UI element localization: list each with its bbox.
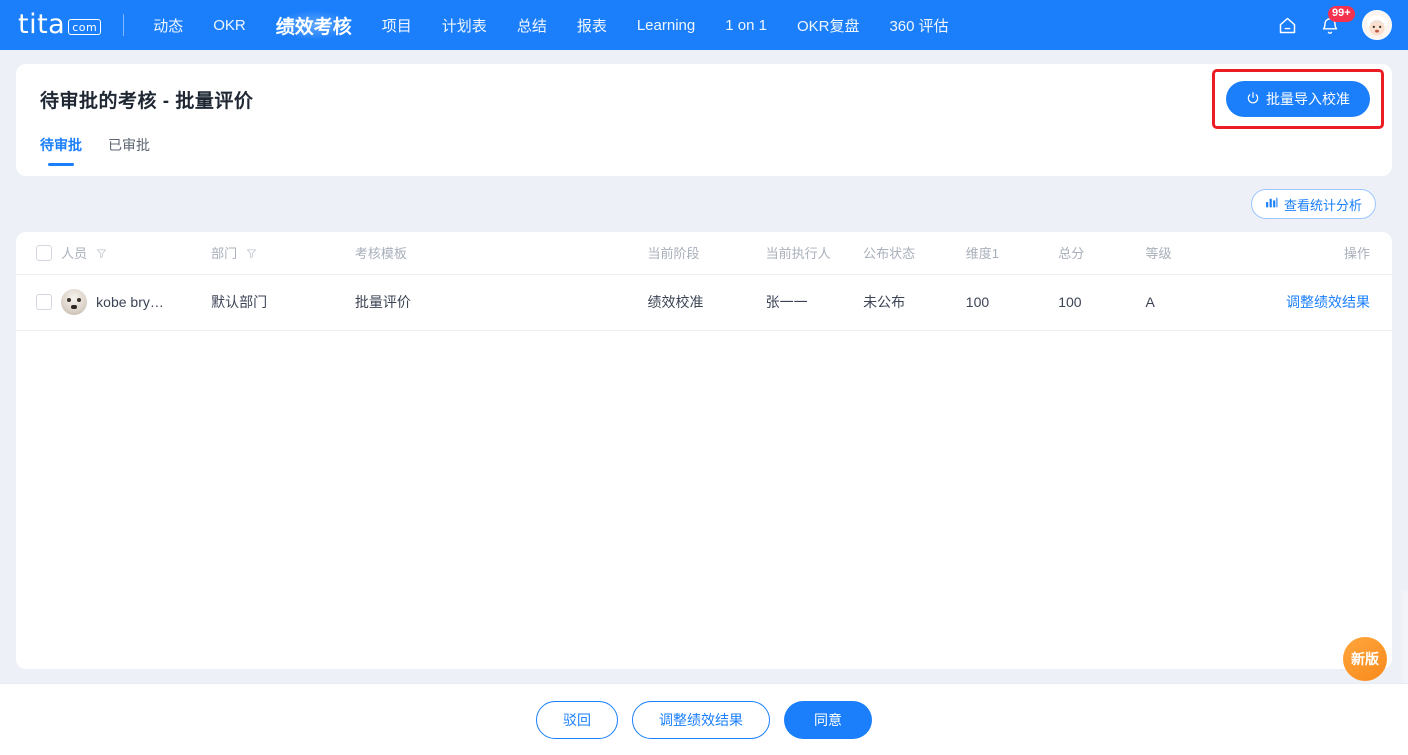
nav-item-learning[interactable]: Learning	[622, 0, 710, 50]
approve-button[interactable]: 同意	[784, 700, 872, 739]
nav-item-one-on-one[interactable]: 1 on 1	[710, 0, 782, 50]
bell-icon[interactable]: 99+	[1320, 5, 1355, 36]
avatar[interactable]	[1362, 10, 1392, 40]
filter-icon[interactable]	[246, 247, 257, 262]
approval-tabs: 待审批 已审批	[40, 135, 1368, 166]
table-header: 人员 部门 考核模板 当前阶段 当前执行人 公布状态 维度1 总分 等级 操作	[16, 232, 1392, 275]
approval-table-card: 人员 部门 考核模板 当前阶段 当前执行人 公布状态 维度1 总分 等级 操作 …	[16, 232, 1392, 669]
cell-dimension-1: 100	[965, 274, 1059, 331]
dog-avatar	[61, 289, 88, 315]
filter-icon[interactable]	[96, 247, 107, 262]
new-version-label: 新版	[1351, 651, 1379, 667]
brand-logo[interactable]: tita com	[18, 9, 102, 40]
bar-chart-icon	[1265, 196, 1278, 212]
table-header-row: 人员 部门 考核模板 当前阶段 当前执行人 公布状态 维度1 总分 等级 操作	[16, 232, 1392, 275]
cell-publish-status: 未公布	[863, 274, 966, 331]
cell-total-score: 100	[1058, 274, 1146, 331]
page-title: 待审批的考核 - 批量评价	[40, 91, 254, 112]
nav-item-plan[interactable]: 计划表	[427, 0, 502, 50]
th-select-all	[16, 232, 62, 275]
cell-executor: 张一一	[765, 274, 864, 331]
th-stage: 当前阶段	[647, 232, 766, 275]
nav-item-okr[interactable]: OKR	[198, 0, 261, 50]
th-publish-status: 公布状态	[863, 232, 966, 275]
cell-person: kobe bry…	[61, 274, 212, 331]
adjust-result-button[interactable]: 调整绩效结果	[632, 700, 770, 739]
table-body: kobe bry… 默认部门 批量评价 绩效校准 张一一 未公布 100 100…	[16, 274, 1392, 331]
th-person: 人员	[61, 232, 212, 275]
nav-item-okr-review[interactable]: OKR复盘	[782, 0, 875, 50]
nav-item-performance[interactable]: 绩效考核	[261, 0, 367, 50]
select-all-checkbox[interactable]	[36, 244, 52, 261]
power-import-icon	[1246, 91, 1260, 108]
nav-item-project[interactable]: 项目	[367, 0, 427, 50]
batch-import-calibration-button[interactable]: 批量导入校准	[1226, 81, 1370, 117]
view-statistics-label: 查看统计分析	[1283, 197, 1362, 213]
home-icon[interactable]	[1277, 15, 1298, 36]
th-executor: 当前执行人	[765, 232, 864, 275]
nav-item-dongtai[interactable]: 动态	[138, 0, 198, 50]
th-grade: 等级	[1145, 232, 1279, 275]
brand-logo-text: tita	[18, 9, 66, 40]
table-row[interactable]: kobe bry… 默认部门 批量评价 绩效校准 张一一 未公布 100 100…	[16, 274, 1392, 331]
nav-divider	[123, 14, 125, 36]
th-department-label: 部门	[211, 246, 238, 262]
top-navigation-bar: tita com 动态 OKR 绩效考核 项目 计划表 总结 报表 Learni…	[0, 0, 1408, 50]
tab-approved[interactable]: 已审批	[108, 135, 150, 166]
cell-template: 批量评价	[354, 274, 648, 331]
approval-table: 人员 部门 考核模板 当前阶段 当前执行人 公布状态 维度1 总分 等级 操作 …	[16, 232, 1392, 331]
table-toolbar: 查看统计分析	[16, 176, 1392, 232]
th-action: 操作	[1278, 232, 1392, 275]
th-total-score: 总分	[1058, 232, 1146, 275]
nav-right-actions: 99+	[1277, 5, 1392, 40]
notification-badge: 99+	[1328, 5, 1355, 22]
cell-stage: 绩效校准	[647, 274, 766, 331]
nav-item-report[interactable]: 报表	[562, 0, 622, 50]
batch-import-calibration-label: 批量导入校准	[1266, 91, 1350, 107]
highlight-annotation: 批量导入校准	[1212, 69, 1384, 129]
tab-pending-approval[interactable]: 待审批	[40, 135, 82, 166]
person-name: kobe bry…	[96, 294, 164, 310]
reject-button[interactable]: 驳回	[536, 700, 618, 739]
cell-grade: A	[1145, 274, 1279, 331]
th-template: 考核模板	[354, 232, 648, 275]
cell-action: 调整绩效结果	[1278, 274, 1392, 331]
cell-row-checkbox	[16, 274, 62, 331]
view-statistics-button[interactable]: 查看统计分析	[1250, 189, 1376, 219]
brand-logo-suffix: com	[68, 19, 102, 35]
new-version-button[interactable]: 新版	[1343, 637, 1387, 681]
page-content: 待审批的考核 - 批量评价 待审批 已审批 批量导入校准 查看统计分析 人员 部…	[0, 50, 1408, 669]
nav-items: 动态 OKR 绩效考核 项目 计划表 总结 报表 Learning 1 on 1…	[138, 0, 963, 50]
nav-item-summary[interactable]: 总结	[502, 0, 562, 50]
footer-action-bar: 驳回 调整绩效结果 同意	[0, 683, 1408, 755]
page-header-card: 待审批的考核 - 批量评价 待审批 已审批 批量导入校准	[16, 64, 1392, 176]
adjust-result-link[interactable]: 调整绩效结果	[1286, 294, 1370, 310]
nav-item-360-review[interactable]: 360 评估	[874, 0, 963, 50]
th-person-label: 人员	[61, 246, 88, 262]
row-checkbox[interactable]	[36, 294, 52, 310]
cell-department: 默认部门	[211, 274, 355, 331]
th-department: 部门	[211, 232, 355, 275]
th-dimension-1: 维度1	[965, 232, 1059, 275]
